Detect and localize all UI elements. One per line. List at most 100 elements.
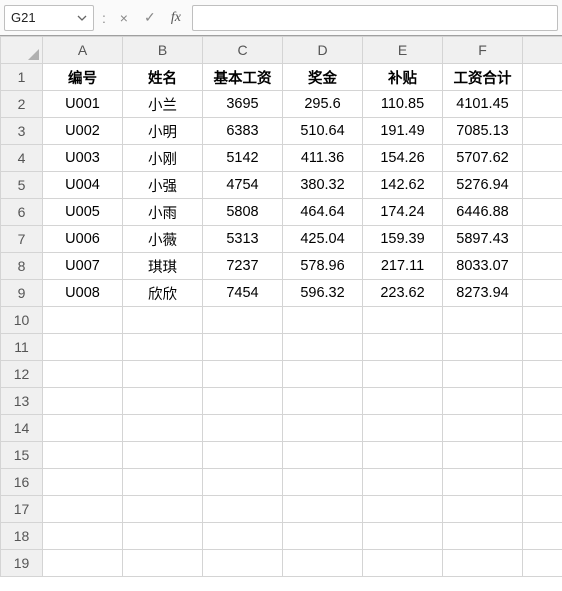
cell[interactable]: 380.32 bbox=[283, 172, 363, 199]
cell[interactable] bbox=[203, 469, 283, 496]
cell[interactable] bbox=[363, 550, 443, 577]
cell[interactable] bbox=[523, 523, 562, 550]
cell[interactable] bbox=[123, 523, 203, 550]
cell[interactable]: U003 bbox=[43, 145, 123, 172]
name-box[interactable]: G21 bbox=[4, 5, 94, 31]
cell[interactable]: 295.6 bbox=[283, 91, 363, 118]
row-header[interactable]: 9 bbox=[1, 280, 43, 307]
cell[interactable]: 奖金 bbox=[283, 64, 363, 91]
cell[interactable]: 小兰 bbox=[123, 91, 203, 118]
cell[interactable]: 姓名 bbox=[123, 64, 203, 91]
cell[interactable]: U006 bbox=[43, 226, 123, 253]
row-header[interactable]: 17 bbox=[1, 496, 43, 523]
cell[interactable] bbox=[523, 280, 562, 307]
row-header[interactable]: 18 bbox=[1, 523, 43, 550]
cell[interactable]: 8273.94 bbox=[443, 280, 523, 307]
cell[interactable]: 小明 bbox=[123, 118, 203, 145]
row-header[interactable]: 3 bbox=[1, 118, 43, 145]
column-header[interactable]: D bbox=[283, 37, 363, 64]
cell[interactable]: 7085.13 bbox=[443, 118, 523, 145]
cell[interactable] bbox=[283, 307, 363, 334]
cell[interactable]: 小雨 bbox=[123, 199, 203, 226]
select-all-corner[interactable] bbox=[1, 37, 43, 64]
row-header[interactable]: 7 bbox=[1, 226, 43, 253]
column-header[interactable]: C bbox=[203, 37, 283, 64]
cell[interactable] bbox=[443, 496, 523, 523]
cell[interactable]: 578.96 bbox=[283, 253, 363, 280]
row-header[interactable]: 12 bbox=[1, 361, 43, 388]
cell[interactable]: 基本工资 bbox=[203, 64, 283, 91]
cell[interactable] bbox=[283, 550, 363, 577]
cell[interactable]: U005 bbox=[43, 199, 123, 226]
cell[interactable] bbox=[523, 226, 562, 253]
cell[interactable] bbox=[123, 550, 203, 577]
cell[interactable] bbox=[123, 388, 203, 415]
insert-function-button[interactable]: fx bbox=[166, 6, 186, 30]
cell[interactable] bbox=[123, 334, 203, 361]
cell[interactable] bbox=[363, 442, 443, 469]
cell[interactable]: 6383 bbox=[203, 118, 283, 145]
cell[interactable]: 7454 bbox=[203, 280, 283, 307]
cell[interactable] bbox=[123, 496, 203, 523]
cell[interactable]: 174.24 bbox=[363, 199, 443, 226]
cell[interactable] bbox=[363, 334, 443, 361]
cell[interactable] bbox=[203, 550, 283, 577]
cell[interactable] bbox=[363, 415, 443, 442]
cell[interactable] bbox=[363, 388, 443, 415]
cell[interactable] bbox=[203, 442, 283, 469]
row-header[interactable]: 14 bbox=[1, 415, 43, 442]
cell[interactable] bbox=[523, 199, 562, 226]
cell[interactable]: 3695 bbox=[203, 91, 283, 118]
cell[interactable] bbox=[523, 172, 562, 199]
cell[interactable] bbox=[283, 442, 363, 469]
cell[interactable] bbox=[523, 496, 562, 523]
cell[interactable] bbox=[363, 469, 443, 496]
cell[interactable] bbox=[523, 253, 562, 280]
cell[interactable] bbox=[523, 469, 562, 496]
cell[interactable] bbox=[523, 361, 562, 388]
cell[interactable] bbox=[523, 64, 562, 91]
cell[interactable]: 4754 bbox=[203, 172, 283, 199]
cell[interactable] bbox=[523, 307, 562, 334]
cell[interactable] bbox=[363, 496, 443, 523]
cell[interactable]: 464.64 bbox=[283, 199, 363, 226]
cell[interactable]: 小刚 bbox=[123, 145, 203, 172]
cell[interactable]: 补贴 bbox=[363, 64, 443, 91]
cell[interactable]: 8033.07 bbox=[443, 253, 523, 280]
cell[interactable]: U001 bbox=[43, 91, 123, 118]
row-header[interactable]: 2 bbox=[1, 91, 43, 118]
cell[interactable] bbox=[203, 415, 283, 442]
cell[interactable]: 5808 bbox=[203, 199, 283, 226]
cell[interactable] bbox=[203, 307, 283, 334]
cell[interactable] bbox=[363, 307, 443, 334]
column-header[interactable]: E bbox=[363, 37, 443, 64]
row-header[interactable]: 10 bbox=[1, 307, 43, 334]
cell[interactable]: 5276.94 bbox=[443, 172, 523, 199]
cell[interactable]: 142.62 bbox=[363, 172, 443, 199]
cell[interactable]: 小薇 bbox=[123, 226, 203, 253]
row-header[interactable]: 13 bbox=[1, 388, 43, 415]
cell[interactable] bbox=[443, 307, 523, 334]
cell[interactable]: 5897.43 bbox=[443, 226, 523, 253]
cell[interactable] bbox=[523, 334, 562, 361]
cell[interactable] bbox=[43, 442, 123, 469]
cell[interactable]: 217.11 bbox=[363, 253, 443, 280]
cell[interactable] bbox=[523, 415, 562, 442]
row-header[interactable]: 1 bbox=[1, 64, 43, 91]
column-header[interactable] bbox=[523, 37, 562, 64]
cell[interactable] bbox=[43, 496, 123, 523]
cell[interactable]: 425.04 bbox=[283, 226, 363, 253]
cell[interactable] bbox=[523, 388, 562, 415]
cell[interactable] bbox=[283, 388, 363, 415]
cell[interactable] bbox=[363, 523, 443, 550]
cell[interactable] bbox=[523, 442, 562, 469]
row-header[interactable]: 6 bbox=[1, 199, 43, 226]
formula-input[interactable] bbox=[192, 5, 558, 31]
cell[interactable]: 6446.88 bbox=[443, 199, 523, 226]
cell[interactable] bbox=[43, 469, 123, 496]
cell[interactable] bbox=[43, 523, 123, 550]
cell[interactable]: 7237 bbox=[203, 253, 283, 280]
cell[interactable] bbox=[123, 307, 203, 334]
column-header[interactable]: F bbox=[443, 37, 523, 64]
cell[interactable] bbox=[283, 361, 363, 388]
